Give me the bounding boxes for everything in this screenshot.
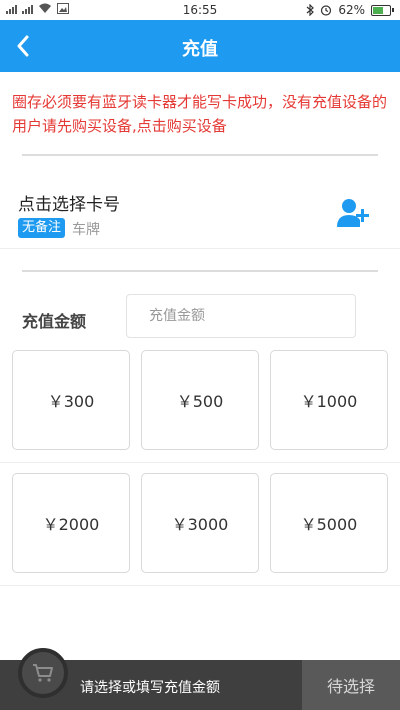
section-separator bbox=[0, 585, 400, 586]
amount-label: 充值金额 bbox=[22, 312, 87, 331]
remark-badge: 无备注 bbox=[18, 218, 66, 238]
amount-option-500[interactable]: ￥500 bbox=[141, 350, 259, 450]
plate-label: 车牌 bbox=[72, 222, 100, 238]
section-separator bbox=[0, 462, 400, 463]
bottom-hint: 请选择或填写充值金额 bbox=[80, 680, 220, 696]
divider bbox=[22, 270, 378, 272]
select-card-row[interactable]: 点击选择卡号 无备注 车牌 bbox=[0, 176, 400, 248]
amount-option-5000[interactable]: ￥5000 bbox=[270, 473, 388, 573]
bluetooth-reader-notice[interactable]: 圈存必须要有蓝牙读卡器才能写卡成功，没有充值设备的用户请先购买设备,点击购买设备 bbox=[12, 90, 388, 138]
section-separator bbox=[0, 248, 400, 249]
pending-button[interactable]: 待选择 bbox=[302, 660, 400, 710]
battery-icon bbox=[371, 4, 394, 16]
bluetooth-icon bbox=[306, 4, 315, 16]
bottom-bar: 请选择或填写充值金额 待选择 bbox=[0, 648, 400, 710]
cart-button[interactable] bbox=[18, 648, 68, 698]
battery-percent: 62% bbox=[338, 3, 365, 17]
amount-input[interactable] bbox=[126, 294, 356, 338]
page-title: 充值 bbox=[182, 39, 218, 60]
amount-option-2000[interactable]: ￥2000 bbox=[12, 473, 130, 573]
shopping-cart-icon bbox=[33, 664, 53, 682]
divider bbox=[22, 154, 378, 156]
add-user-icon[interactable] bbox=[336, 196, 370, 230]
amount-option-1000[interactable]: ￥1000 bbox=[270, 350, 388, 450]
amount-option-300[interactable]: ￥300 bbox=[12, 350, 130, 450]
amount-option-3000[interactable]: ￥3000 bbox=[141, 473, 259, 573]
select-card-label: 点击选择卡号 bbox=[18, 195, 120, 215]
status-bar: 16:55 62% bbox=[0, 0, 400, 20]
app-header: 充值 bbox=[0, 20, 400, 72]
alarm-icon bbox=[321, 5, 332, 16]
